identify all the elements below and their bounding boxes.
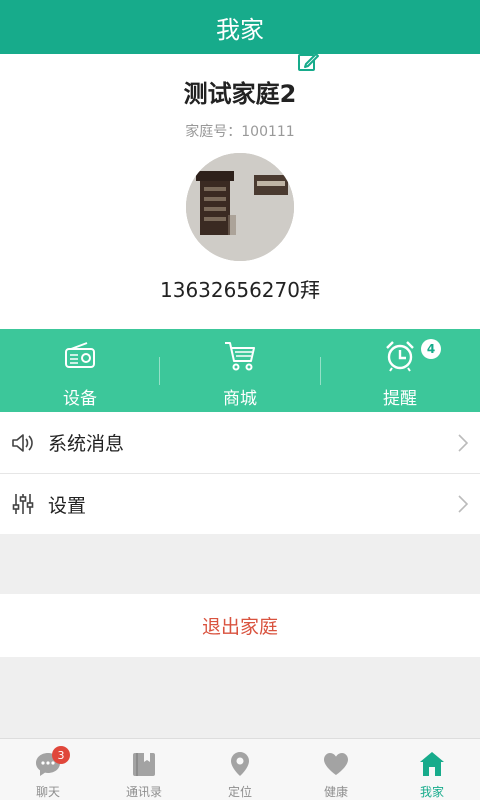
reminder-label: 提醒: [383, 389, 417, 409]
tab-contacts[interactable]: 通讯录: [96, 739, 192, 800]
radio-icon: [65, 342, 95, 368]
menu-item-label: 系统消息: [48, 433, 125, 455]
leave-family-button[interactable]: 退出家庭: [0, 594, 480, 657]
mall-button[interactable]: 商城: [160, 329, 320, 412]
device-button[interactable]: 设备: [0, 329, 160, 412]
settings-menu: 系统消息 设置: [0, 412, 480, 534]
reminder-badge: 4: [421, 339, 441, 359]
chat-unread-badge: 3: [52, 746, 70, 764]
feature-toolbar: 设备 商城 提醒: [0, 329, 480, 412]
chevron-right-icon: [458, 433, 468, 452]
family-id-value: 100111: [241, 124, 295, 140]
avatar-photo: [186, 153, 294, 261]
heart-icon: [324, 753, 348, 775]
mall-label: 商城: [223, 389, 257, 409]
device-label: 设备: [63, 389, 97, 409]
bottom-tab-bar: 聊天 通讯录 定位 健康 我家: [0, 738, 480, 800]
menu-item-settings[interactable]: 设置: [0, 473, 480, 534]
speaker-icon: [12, 433, 33, 452]
tab-label: 聊天: [35, 785, 60, 799]
toolbar-divider: [159, 357, 160, 385]
edit-icon[interactable]: [296, 50, 320, 74]
reminder-button[interactable]: 提醒: [320, 329, 480, 412]
contacts-book-icon: [133, 753, 155, 776]
family-name: 测试家庭2: [183, 80, 297, 108]
home-icon: [420, 752, 444, 776]
tab-label: 健康: [323, 785, 348, 799]
toolbar-divider: [320, 357, 321, 385]
location-pin-icon: [231, 752, 249, 776]
chevron-right-icon: [458, 495, 468, 513]
tab-label: 定位: [227, 785, 252, 799]
family-name-row: 测试家庭2: [0, 74, 480, 109]
menu-item-label: 设置: [48, 494, 87, 517]
tab-label: 通讯录: [125, 785, 162, 799]
tab-label: 我家: [419, 785, 444, 799]
tab-location[interactable]: 定位: [192, 739, 288, 800]
menu-item-system-messages[interactable]: 系统消息: [0, 412, 480, 473]
family-id-label: 家庭号：: [185, 124, 242, 140]
avatar[interactable]: [186, 153, 294, 261]
title-bar: 我家: [0, 0, 480, 54]
family-id: 家庭号：100111: [0, 121, 480, 141]
page-title: 我家: [216, 15, 264, 44]
tab-chat[interactable]: 聊天: [0, 739, 96, 800]
tab-health[interactable]: 健康: [288, 739, 384, 800]
family-profile: 测试家庭2 家庭号：100111 13632656270拜: [0, 53, 480, 329]
phone-number: 13632656270拜: [160, 278, 320, 302]
alarm-clock-icon: [386, 341, 414, 372]
sliders-icon: [12, 494, 34, 514]
cart-icon: [225, 342, 255, 371]
leave-family-label: 退出家庭: [201, 616, 278, 638]
tab-my-home[interactable]: 我家: [384, 739, 480, 800]
